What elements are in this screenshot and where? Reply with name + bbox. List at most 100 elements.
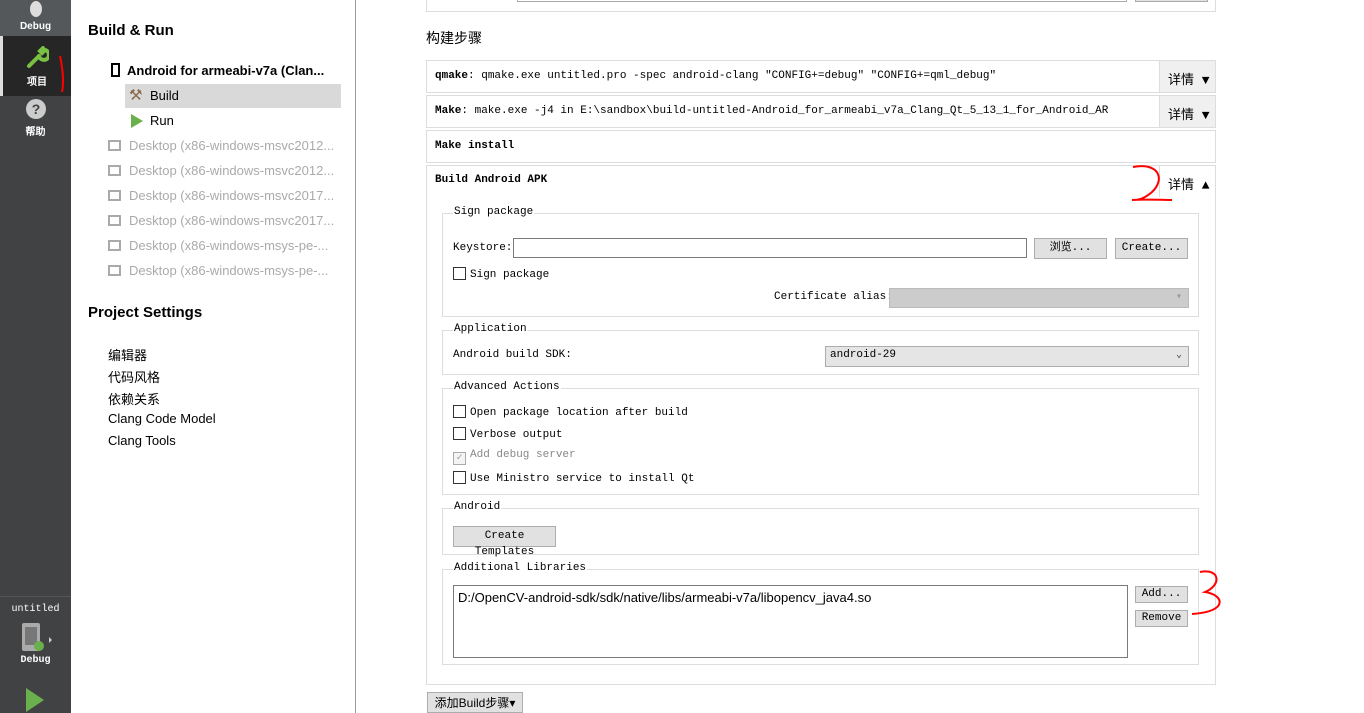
- details-button[interactable]: 详情 ▼: [1159, 61, 1215, 92]
- kit-label: Desktop (x86-windows-msvc2017...: [129, 213, 335, 228]
- previous-panel: [426, 0, 1216, 12]
- build-steps-heading: 构建步骤: [426, 30, 482, 46]
- sdk-label: Android build SDK:: [453, 349, 572, 361]
- desktop-warning-icon: [108, 240, 121, 251]
- bug-icon: [29, 1, 42, 17]
- create-templates-button[interactable]: Create Templates: [453, 526, 556, 558]
- wrench-icon: [27, 46, 51, 68]
- settings-item[interactable]: 代码风格: [108, 367, 160, 386]
- kit-desktop[interactable]: Desktop (x86-windows-msvc2012...: [108, 163, 334, 178]
- use-ministro-checkbox[interactable]: Use Ministro service to install Qt: [453, 471, 694, 485]
- group-title: Additional Libraries: [453, 562, 588, 574]
- add-library-button[interactable]: Add...: [1135, 586, 1188, 603]
- mode-label: Debug: [19, 21, 52, 32]
- kit-item-run[interactable]: Run: [125, 109, 341, 133]
- build-run-heading: Build & Run: [88, 22, 174, 39]
- group-title: Advanced Actions: [453, 381, 561, 393]
- desktop-warning-icon: [108, 215, 121, 226]
- kit-desktop[interactable]: Desktop (x86-windows-msvc2012...: [108, 138, 334, 153]
- sign-package-checkbox[interactable]: Sign package: [453, 267, 549, 281]
- target-selector[interactable]: [0, 622, 71, 656]
- android-device-icon: [21, 623, 52, 651]
- kit-item-build[interactable]: ⚒ Build: [125, 84, 341, 108]
- step-name: Make install: [435, 140, 515, 152]
- checkbox-label: Use Ministro service to install Qt: [470, 473, 695, 485]
- step-name: qmake: [435, 70, 469, 82]
- project-settings-heading: Project Settings: [88, 304, 203, 321]
- kit-label: Desktop (x86-windows-msys-pe-...: [129, 238, 329, 253]
- details-button[interactable]: 详情 ▼: [1159, 96, 1215, 127]
- mode-label: 项目: [27, 77, 47, 88]
- add-debug-server-checkbox[interactable]: ✓ Add debug server: [453, 449, 576, 465]
- step-make-install: Make install: [426, 130, 1216, 163]
- step-command: : qmake.exe untitled.pro -spec android-c…: [468, 70, 997, 82]
- step-name: Build Android APK: [435, 174, 548, 186]
- desktop-warning-icon: [108, 140, 121, 151]
- kit-desktop[interactable]: Desktop (x86-windows-msys-pe-...: [108, 238, 328, 253]
- verbose-output-checkbox[interactable]: Verbose output: [453, 427, 562, 441]
- phone-icon: [111, 63, 120, 77]
- kit-desktop[interactable]: Desktop (x86-windows-msvc2017...: [108, 188, 334, 203]
- browse-button[interactable]: 浏览...: [1034, 238, 1107, 259]
- create-keystore-button[interactable]: Create...: [1115, 238, 1188, 259]
- settings-item[interactable]: 依赖关系: [108, 389, 160, 408]
- kit-label: Android for armeabi-v7a (Clan...: [127, 63, 325, 78]
- library-item[interactable]: D:/OpenCV-android-sdk/sdk/native/libs/ar…: [458, 590, 1123, 605]
- checkmark-icon: ✓: [453, 452, 466, 465]
- kit-label: Desktop (x86-windows-msvc2012...: [129, 138, 335, 153]
- chevron-down-icon: ⌄: [1175, 350, 1182, 361]
- step-make: Make: make.exe -j4 in E:\sandbox\build-u…: [426, 95, 1216, 128]
- sdk-combo[interactable]: android-29 ⌄: [825, 346, 1189, 367]
- mode-bar: Debug 项目 ? 帮助 untitled Debug: [0, 0, 71, 713]
- kit-item-label: Run: [150, 113, 174, 128]
- kit-label: Desktop (x86-windows-msys-pe-...: [129, 263, 329, 278]
- help-icon: ?: [25, 99, 46, 119]
- checkbox-label: Open package location after build: [470, 407, 688, 419]
- kit-label: Desktop (x86-windows-msvc2017...: [129, 188, 335, 203]
- hammer-icon: ⚒: [129, 87, 143, 104]
- open-package-location-checkbox[interactable]: Open package location after build: [453, 405, 688, 419]
- checkbox-label: Add debug server: [470, 449, 576, 461]
- kit-desktop[interactable]: Desktop (x86-windows-msvc2017...: [108, 213, 334, 228]
- group-title: Application: [453, 323, 528, 335]
- checkbox-label: Verbose output: [470, 429, 563, 441]
- mode-label: 帮助: [25, 127, 46, 138]
- mode-projects[interactable]: 项目: [0, 36, 71, 96]
- checkbox-label: Sign package: [470, 269, 550, 281]
- cert-alias-label: Certificate alias:: [774, 291, 893, 303]
- step-command: : make.exe -j4 in E:\sandbox\build-untit…: [461, 105, 1109, 117]
- checkbox-box: [453, 267, 466, 280]
- target-project-name: untitled: [11, 604, 60, 615]
- svg-text:?: ?: [31, 101, 40, 117]
- cert-alias-combo: ▾: [889, 288, 1189, 308]
- kit-desktop[interactable]: Desktop (x86-windows-msys-pe-...: [108, 263, 328, 278]
- settings-item[interactable]: Clang Code Model: [108, 411, 216, 426]
- settings-item[interactable]: Clang Tools: [108, 433, 176, 448]
- keystore-input[interactable]: [513, 238, 1027, 258]
- mode-help[interactable]: ? 帮助: [0, 96, 71, 140]
- kit-label: Desktop (x86-windows-msvc2012...: [129, 163, 335, 178]
- group-title: Android: [453, 501, 502, 513]
- desktop-warning-icon: [108, 165, 121, 176]
- libraries-list[interactable]: D:/OpenCV-android-sdk/sdk/native/libs/ar…: [453, 585, 1128, 658]
- target-mode: Debug: [20, 655, 51, 666]
- settings-item[interactable]: 编辑器: [108, 345, 147, 364]
- checkbox-box: [453, 405, 466, 418]
- kit-item-label: Build: [150, 88, 179, 103]
- desktop-warning-icon: [108, 190, 121, 201]
- sdk-value: android-29: [830, 349, 897, 361]
- checkbox-box: [453, 427, 466, 440]
- kit-android[interactable]: Android for armeabi-v7a (Clan...: [111, 63, 324, 78]
- mode-debug[interactable]: Debug: [0, 0, 71, 36]
- run-icon: [131, 114, 143, 128]
- remove-library-button[interactable]: Remove: [1135, 610, 1188, 627]
- add-build-step-button[interactable]: 添加Build步骤▾: [427, 692, 523, 713]
- project-nav: Build & Run Android for armeabi-v7a (Cla…: [71, 0, 356, 713]
- run-icon[interactable]: [24, 688, 46, 712]
- step-qmake: qmake: qmake.exe untitled.pro -spec andr…: [426, 60, 1216, 93]
- desktop-warning-icon: [108, 265, 121, 276]
- keystore-label: Keystore:: [453, 242, 513, 254]
- details-button[interactable]: 详情 ▲: [1159, 166, 1215, 197]
- group-title: Sign package: [453, 206, 535, 218]
- step-name: Make: [435, 105, 462, 117]
